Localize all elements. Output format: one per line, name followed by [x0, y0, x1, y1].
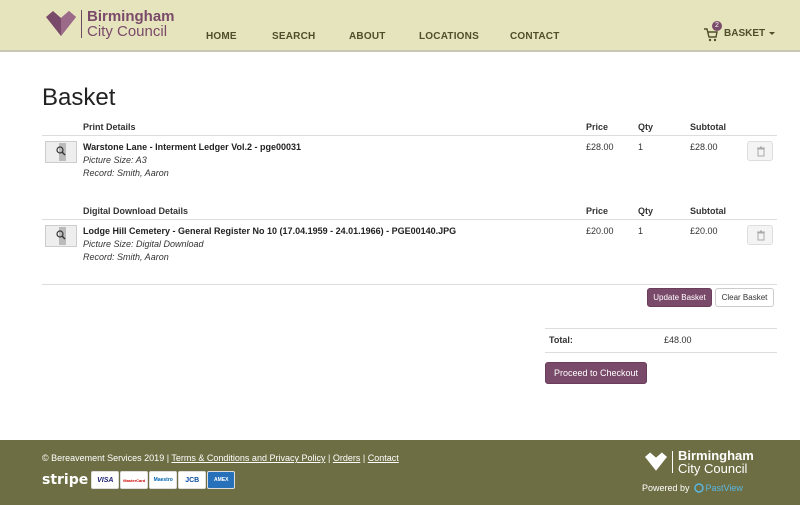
copyright: © Bereavement Services 2019	[42, 453, 165, 463]
logo-line2: City Council	[678, 461, 748, 476]
zoom-icon	[56, 146, 66, 156]
nav-contact[interactable]: CONTACT	[510, 31, 560, 42]
update-basket-button[interactable]: Update Basket	[647, 288, 712, 307]
pastview-brand[interactable]: PastView	[706, 483, 743, 493]
visa-card-icon: VISA	[91, 471, 120, 489]
col-subtotal: Subtotal	[690, 122, 726, 132]
nav-locations[interactable]: LOCATIONS	[419, 31, 479, 42]
item-record: Record: Smith, Aaron	[83, 252, 169, 262]
divider	[42, 135, 777, 136]
separator: |	[362, 453, 366, 463]
logo-line2: City Council	[87, 23, 168, 40]
remove-item-button[interactable]	[747, 141, 773, 161]
nav-about[interactable]: ABOUT	[349, 31, 386, 42]
item-price: £20.00	[586, 226, 614, 236]
site-header: Birmingham City Council HOME SEARCH ABOU…	[0, 0, 800, 52]
stripe-logo: stripe	[42, 472, 89, 488]
item-title: Warstone Lane - Interment Ledger Vol.2 -…	[83, 142, 302, 152]
trash-icon	[757, 230, 765, 241]
col-qty: Qty	[638, 206, 654, 216]
heart-logo-icon	[46, 11, 76, 36]
section-heading: Print Details	[83, 122, 136, 132]
item-picture-size: Picture Size: Digital Download	[83, 239, 204, 249]
maestro-card-icon: Maestro	[149, 471, 178, 489]
item-thumbnail[interactable]	[45, 141, 77, 163]
col-subtotal: Subtotal	[690, 206, 726, 216]
mastercard-icon: MasterCard	[120, 471, 149, 489]
clear-basket-button[interactable]: Clear Basket	[715, 288, 774, 307]
amex-card-icon: AMEX	[207, 471, 236, 489]
page-title: Basket	[42, 84, 116, 111]
orders-link[interactable]: Orders	[333, 453, 361, 463]
divider	[42, 219, 777, 220]
col-qty: Qty	[638, 122, 654, 132]
proceed-to-checkout-button[interactable]: Proceed to Checkout	[545, 362, 647, 384]
logo-line1: Birmingham	[87, 8, 175, 25]
basket-menu[interactable]: 2 BASKET	[704, 21, 776, 42]
powered-by: Powered by PastView	[642, 483, 743, 493]
item-qty[interactable]: 1	[638, 226, 643, 236]
terms-link[interactable]: Terms & Conditions and Privacy Policy	[171, 453, 325, 463]
remove-item-button[interactable]	[747, 225, 773, 245]
print-details-section: Print Details Price Qty Subtotal Warston…	[42, 121, 777, 191]
col-price: Price	[586, 122, 609, 132]
trash-icon	[757, 146, 765, 157]
basket-count-badge: 2	[712, 21, 722, 31]
logo-divider	[81, 10, 82, 38]
item-subtotal: £28.00	[690, 142, 718, 152]
item-subtotal: £20.00	[690, 226, 718, 236]
heart-logo-icon	[645, 452, 667, 471]
separator: |	[327, 453, 331, 463]
nav-home[interactable]: HOME	[206, 31, 237, 42]
footer-logo[interactable]: Birmingham City Council	[643, 449, 754, 475]
footer-links: © Bereavement Services 2019 | Terms & Co…	[42, 453, 399, 463]
nav-search[interactable]: SEARCH	[272, 31, 315, 42]
payment-methods: stripe VISA MasterCard Maestro JCB AMEX	[42, 471, 236, 489]
section-heading: Digital Download Details	[83, 206, 189, 216]
separator: |	[166, 453, 170, 463]
logo-text: Birmingham City Council	[87, 9, 175, 39]
zoom-icon	[56, 230, 66, 240]
footer-logo-text: Birmingham City Council	[678, 449, 754, 475]
pastview-logo-icon	[693, 483, 704, 493]
logo-divider	[672, 451, 673, 473]
divider	[42, 284, 777, 285]
item-price: £28.00	[586, 142, 614, 152]
jcb-card-icon: JCB	[178, 471, 207, 489]
chevron-down-icon	[769, 31, 776, 35]
basket-label: BASKET	[724, 27, 766, 39]
col-price: Price	[586, 206, 609, 216]
powered-by-label: Powered by	[642, 483, 690, 493]
cart-icon: 2	[704, 21, 722, 42]
site-logo[interactable]: Birmingham City Council	[44, 9, 175, 39]
item-record: Record: Smith, Aaron	[83, 168, 169, 178]
total-label: Total:	[549, 335, 573, 345]
divider	[545, 352, 777, 353]
digital-details-section: Digital Download Details Price Qty Subto…	[42, 205, 777, 275]
contact-link[interactable]: Contact	[368, 453, 399, 463]
divider	[545, 328, 777, 329]
item-picture-size: Picture Size: A3	[83, 155, 147, 165]
item-thumbnail[interactable]	[45, 225, 77, 247]
total-value: £48.00	[664, 335, 692, 345]
item-title: Lodge Hill Cemetery - General Register N…	[83, 226, 457, 236]
item-qty[interactable]: 1	[638, 142, 643, 152]
